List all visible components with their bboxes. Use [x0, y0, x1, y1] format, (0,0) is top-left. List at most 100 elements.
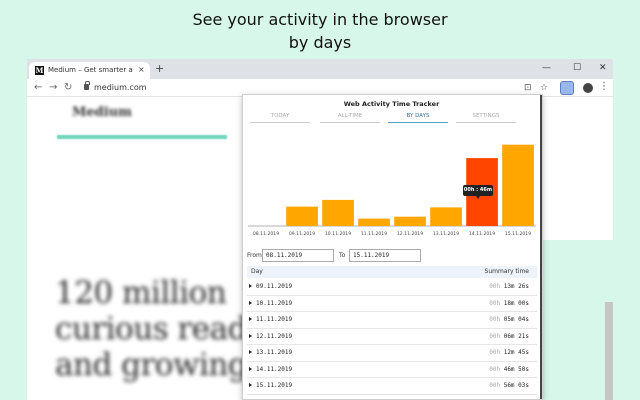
- table-row[interactable]: 10.11.2019 00h 18m 00s: [247, 296, 537, 312]
- logo-underline: [57, 135, 227, 139]
- chart-bar[interactable]: [322, 199, 354, 226]
- medium-favicon-icon: M: [35, 66, 44, 75]
- col-day-header: Day: [251, 268, 263, 275]
- table-row[interactable]: 13.11.2019 00h 12m 45s: [247, 345, 537, 362]
- forward-arrow-icon[interactable]: →: [49, 82, 57, 94]
- popup-tabs: TODAY ALL-TIME BY DAYS SETTINGS: [250, 112, 525, 124]
- tab-by-days[interactable]: BY DAYS: [388, 112, 448, 123]
- row-time: 00h 46m 50s: [489, 365, 529, 375]
- browser-tab-medium[interactable]: M Medium – Get smarter about wh ×: [29, 62, 150, 79]
- chart-x-tick-label: 09.11.2019: [289, 231, 315, 237]
- chart-bar[interactable]: [358, 218, 390, 226]
- chart-x-tick-label: 12.11.2019: [397, 231, 423, 237]
- row-time-rest: 56m 03s: [503, 382, 529, 389]
- menu-icon[interactable]: ⋮: [599, 81, 609, 93]
- star-icon[interactable]: ☆: [540, 82, 548, 94]
- expand-caret-icon[interactable]: [249, 383, 252, 387]
- col-time-header: Summary time: [484, 268, 529, 275]
- row-time-rest: 12m 45s: [503, 349, 529, 356]
- promo-title: See your activity in the browser by days: [0, 8, 640, 54]
- row-time: 00h 13m 26s: [489, 282, 529, 292]
- back-arrow-icon[interactable]: ←: [34, 82, 42, 94]
- row-time: 00h 12m 45s: [489, 348, 529, 358]
- chart-x-tick-label: 15.11.2019: [505, 231, 531, 237]
- row-date: 12.11.2019: [256, 332, 293, 340]
- table-row[interactable]: 15.11.2019 00h 56m 03s: [247, 378, 537, 395]
- profile-icon[interactable]: [583, 83, 593, 93]
- tab-bar: M Medium – Get smarter about wh × + — ☐ …: [27, 59, 613, 79]
- row-time-hours: 00h: [489, 283, 501, 290]
- row-time: 00h 06m 21s: [489, 332, 529, 342]
- promo-title-line2: by days: [288, 33, 352, 52]
- tab-all-time[interactable]: ALL-TIME: [320, 112, 380, 123]
- tab-title: Medium – Get smarter about wh: [48, 66, 133, 74]
- date-range: From 08.11.2019 To 15.11.2019: [247, 249, 537, 263]
- extension-icon[interactable]: [560, 81, 574, 95]
- table-row[interactable]: 11.11.2019 00h 05m 04s: [247, 312, 537, 329]
- expand-caret-icon[interactable]: [249, 300, 252, 305]
- row-time-hours: 00h: [489, 316, 501, 323]
- to-label: To: [339, 252, 346, 259]
- chart-bar[interactable]: [430, 207, 462, 226]
- reload-icon[interactable]: ↻: [64, 82, 72, 94]
- row-date: 14.11.2019: [256, 365, 293, 373]
- day-rows: 09.11.2019 00h 13m 26s 10.11.2019 00h 18m …: [247, 279, 537, 395]
- row-time-hours: 00h: [489, 332, 501, 340]
- from-date-input[interactable]: 08.11.2019: [262, 249, 334, 262]
- tab-settings[interactable]: SETTINGS: [456, 112, 516, 123]
- maximize-icon[interactable]: ☐: [573, 61, 581, 75]
- table-row[interactable]: 09.11.2019 00h 13m 26s: [247, 279, 537, 296]
- from-label: From: [247, 252, 262, 259]
- row-time-hours: 00h: [489, 349, 501, 356]
- expand-caret-icon[interactable]: [249, 333, 252, 338]
- expand-caret-icon[interactable]: [249, 317, 252, 321]
- promo-title-line1: See your activity in the browser: [192, 10, 448, 29]
- chart-x-tick-label: 10.11.2019: [325, 231, 351, 237]
- row-time-hours: 00h: [489, 365, 501, 373]
- new-tab-button[interactable]: +: [155, 63, 164, 75]
- popup-title: Web Activity Time Tracker: [343, 100, 440, 108]
- row-time: 00h 18m 00s: [489, 299, 529, 309]
- expand-caret-icon[interactable]: [249, 284, 252, 288]
- chart-x-tick-label: 08.11.2019: [253, 231, 279, 237]
- table-row[interactable]: 12.11.2019 00h 06m 21s: [247, 329, 537, 345]
- row-time-rest: 05m 04s: [503, 316, 529, 323]
- table-row[interactable]: 14.11.2019 00h 46m 50s: [247, 362, 537, 378]
- row-time: 00h 05m 04s: [489, 315, 529, 325]
- expand-caret-icon[interactable]: [249, 366, 252, 371]
- close-tab-icon[interactable]: ×: [138, 64, 145, 76]
- row-date: 09.11.2019: [256, 283, 293, 290]
- chart-bar[interactable]: [394, 216, 426, 226]
- popup-scrollbar[interactable]: [540, 95, 542, 399]
- chart-x-tick-label: 13.11.2019: [433, 231, 459, 237]
- row-time-rest: 13m 26s: [503, 283, 529, 290]
- chart-bar[interactable]: [286, 206, 318, 226]
- row-date: 11.11.2019: [256, 316, 293, 323]
- activity-tracker-popup: Web Activity Time Tracker TODAY ALL-TIME…: [242, 94, 543, 400]
- chart-bar[interactable]: [502, 144, 534, 226]
- row-time-hours: 00h: [489, 382, 501, 389]
- tab-today[interactable]: TODAY: [250, 112, 310, 123]
- chart-x-tick-label: 11.11.2019: [361, 231, 387, 237]
- page-scrollbar[interactable]: [605, 302, 613, 400]
- minimize-icon[interactable]: —: [542, 61, 551, 75]
- table-header: Day Summary time: [247, 266, 537, 278]
- translate-icon[interactable]: ⊡: [524, 82, 532, 94]
- to-date-input[interactable]: 15.11.2019: [349, 249, 421, 262]
- chart-tooltip: 00h : 46m: [463, 185, 493, 199]
- chart-x-tick-label: 14.11.2019: [469, 231, 495, 237]
- address-bar[interactable]: medium.com: [94, 82, 147, 94]
- expand-caret-icon[interactable]: [249, 350, 252, 354]
- row-date: 10.11.2019: [256, 299, 293, 307]
- window-close-icon[interactable]: ✕: [599, 61, 607, 75]
- row-time-rest: 18m 00s: [503, 299, 529, 307]
- medium-logo: Medium: [72, 105, 132, 120]
- row-time-rest: 06m 21s: [503, 332, 529, 340]
- row-time-hours: 00h: [489, 299, 501, 307]
- by-days-chart: 08.11.2019 09.11.2019 10.11.2019 11.11.2019…: [248, 131, 536, 242]
- row-time: 00h 56m 03s: [489, 381, 529, 391]
- lock-icon[interactable]: [84, 81, 90, 90]
- row-time-rest: 46m 50s: [503, 365, 529, 373]
- row-date: 13.11.2019: [256, 349, 293, 356]
- row-date: 15.11.2019: [256, 382, 293, 389]
